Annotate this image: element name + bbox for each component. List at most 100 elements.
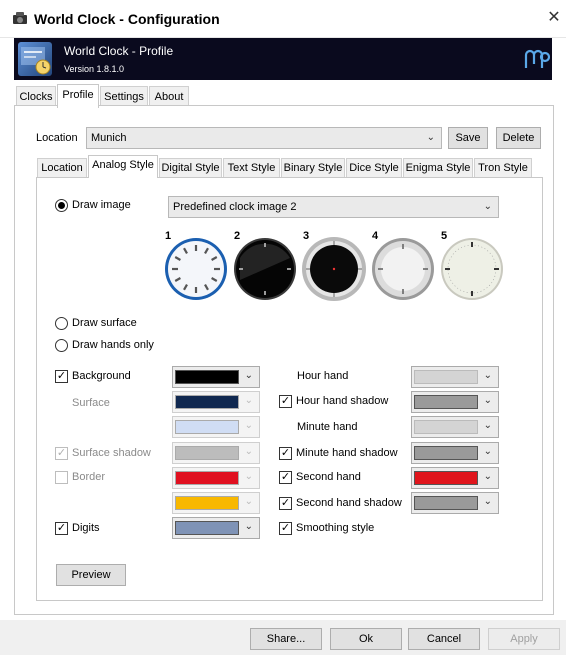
subtab-digital-style[interactable]: Digital Style bbox=[159, 158, 222, 178]
preview-button[interactable]: Preview bbox=[56, 564, 126, 586]
minute-hand-shadow-checkbox[interactable]: ✓ bbox=[279, 447, 292, 460]
subtab-enigma-style[interactable]: Enigma Style bbox=[403, 158, 473, 178]
color-swatch bbox=[175, 420, 239, 434]
surface-shadow-label: Surface shadow bbox=[72, 447, 151, 459]
chevron-down-icon: ⌄ bbox=[483, 420, 492, 431]
color-swatch bbox=[175, 395, 239, 409]
smoothing-style-checkbox[interactable]: ✓ bbox=[279, 522, 292, 535]
clock-image-5[interactable] bbox=[439, 236, 505, 302]
minute-hand-shadow-color-picker[interactable]: ⌄ bbox=[411, 442, 499, 464]
chevron-down-icon: ⌄ bbox=[244, 370, 253, 381]
chevron-down-icon: ⌄ bbox=[244, 471, 253, 482]
draw-surface-label: Draw surface bbox=[72, 317, 137, 329]
apply-button[interactable]: Apply bbox=[488, 628, 560, 650]
window-titlebar: World Clock - Configuration ✕ bbox=[0, 0, 566, 38]
minute-hand-shadow-label: Minute hand shadow bbox=[296, 447, 398, 459]
chevron-down-icon: ⌄ bbox=[244, 521, 253, 532]
surface-color2-picker[interactable]: ⌄ bbox=[172, 416, 260, 438]
window-title: World Clock - Configuration bbox=[34, 11, 220, 27]
location-select-value: Munich bbox=[91, 132, 127, 144]
clock-image-4[interactable] bbox=[370, 236, 436, 302]
chevron-down-icon: ⌄ bbox=[244, 395, 253, 406]
second-hand-shadow-checkbox[interactable]: ✓ bbox=[279, 497, 292, 510]
color-swatch bbox=[175, 471, 239, 485]
surface-shadow-checkbox[interactable]: ✓ bbox=[55, 447, 68, 460]
app-logo-icon bbox=[18, 42, 52, 76]
clock-image-2[interactable] bbox=[232, 236, 298, 302]
surface-color-picker[interactable]: ⌄ bbox=[172, 391, 260, 413]
subtab-tron-style[interactable]: Tron Style bbox=[474, 158, 532, 178]
cancel-button[interactable]: Cancel bbox=[408, 628, 480, 650]
close-icon[interactable]: ✕ bbox=[544, 8, 564, 28]
color-swatch bbox=[414, 395, 478, 409]
clock-image-1[interactable] bbox=[163, 236, 229, 302]
color-swatch bbox=[414, 420, 478, 434]
hour-hand-label: Hour hand bbox=[297, 370, 349, 382]
chevron-down-icon: ⌄ bbox=[244, 496, 253, 507]
color-swatch bbox=[175, 521, 239, 535]
draw-hands-only-radio[interactable] bbox=[55, 339, 68, 352]
hour-hand-shadow-color-picker[interactable]: ⌄ bbox=[411, 391, 499, 413]
color-swatch bbox=[414, 471, 478, 485]
clock-image-select-value: Predefined clock image 2 bbox=[173, 201, 297, 213]
background-label: Background bbox=[72, 370, 131, 382]
digits-color-picker[interactable]: ⌄ bbox=[172, 517, 260, 539]
draw-hands-only-label: Draw hands only bbox=[72, 339, 154, 351]
mp-logo-icon bbox=[524, 49, 550, 68]
chevron-down-icon: ⌄ bbox=[483, 446, 492, 457]
border-label: Border bbox=[72, 471, 106, 483]
chevron-down-icon: ⌄ bbox=[244, 420, 253, 431]
subtab-analog-style[interactable]: Analog Style bbox=[88, 155, 158, 178]
subtab-binary-style[interactable]: Binary Style bbox=[281, 158, 345, 178]
chevron-down-icon: ⌄ bbox=[483, 370, 492, 381]
border-checkbox[interactable] bbox=[55, 471, 68, 484]
minute-hand-label: Minute hand bbox=[297, 421, 358, 433]
color-swatch bbox=[175, 446, 239, 460]
banner-version: Version 1.8.1.0 bbox=[64, 64, 125, 74]
second-hand-shadow-color-picker[interactable]: ⌄ bbox=[411, 492, 499, 514]
draw-image-radio[interactable] bbox=[55, 199, 68, 212]
tab-profile[interactable]: Profile bbox=[57, 84, 99, 108]
surface-shadow-color-picker[interactable]: ⌄ bbox=[172, 442, 260, 464]
second-hand-shadow-label: Second hand shadow bbox=[296, 497, 402, 509]
chevron-down-icon: ⌄ bbox=[426, 132, 435, 143]
subtab-dice-style[interactable]: Dice Style bbox=[346, 158, 402, 178]
digits-label: Digits bbox=[72, 522, 100, 534]
digits-checkbox[interactable]: ✓ bbox=[55, 522, 68, 535]
surface-label: Surface bbox=[72, 397, 110, 409]
second-hand-color-picker[interactable]: ⌄ bbox=[411, 467, 499, 489]
clock-image-3[interactable] bbox=[301, 236, 367, 302]
color-swatch bbox=[175, 496, 239, 510]
share-button[interactable]: Share... bbox=[250, 628, 322, 650]
location-label: Location bbox=[36, 132, 78, 144]
banner-title: World Clock - Profile bbox=[64, 44, 174, 58]
background-checkbox[interactable]: ✓ bbox=[55, 370, 68, 383]
app-icon bbox=[13, 12, 27, 24]
color-swatch bbox=[414, 446, 478, 460]
draw-image-label: Draw image bbox=[72, 199, 131, 211]
smoothing-style-label: Smoothing style bbox=[296, 522, 375, 534]
background-color-picker[interactable]: ⌄ bbox=[172, 366, 260, 388]
header-banner: World Clock - Profile Version 1.8.1.0 bbox=[14, 38, 552, 80]
color-swatch bbox=[175, 370, 239, 384]
border-color-picker[interactable]: ⌄ bbox=[172, 467, 260, 489]
color-swatch bbox=[414, 370, 478, 384]
hour-hand-shadow-checkbox[interactable]: ✓ bbox=[279, 395, 292, 408]
draw-surface-radio[interactable] bbox=[55, 317, 68, 330]
hour-hand-shadow-label: Hour hand shadow bbox=[296, 395, 389, 407]
clock-image-select[interactable]: Predefined clock image 2 ⌄ bbox=[168, 196, 499, 218]
subtab-text-style[interactable]: Text Style bbox=[223, 158, 280, 178]
border-color2-picker[interactable]: ⌄ bbox=[172, 492, 260, 514]
save-button[interactable]: Save bbox=[448, 127, 488, 149]
color-swatch bbox=[414, 496, 478, 510]
second-hand-label: Second hand bbox=[296, 471, 361, 483]
location-select[interactable]: Munich ⌄ bbox=[86, 127, 442, 149]
subtab-location[interactable]: Location bbox=[37, 158, 87, 178]
minute-hand-color-picker[interactable]: ⌄ bbox=[411, 416, 499, 438]
delete-button[interactable]: Delete bbox=[496, 127, 541, 149]
second-hand-checkbox[interactable]: ✓ bbox=[279, 471, 292, 484]
hour-hand-color-picker[interactable]: ⌄ bbox=[411, 366, 499, 388]
ok-button[interactable]: Ok bbox=[330, 628, 402, 650]
chevron-down-icon: ⌄ bbox=[483, 201, 492, 212]
chevron-down-icon: ⌄ bbox=[483, 395, 492, 406]
